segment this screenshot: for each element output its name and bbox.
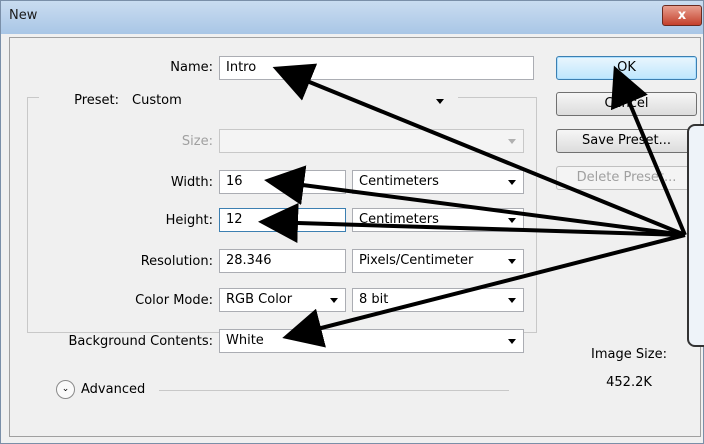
background-contents-select[interactable]: White (219, 329, 524, 353)
name-value: Intro (226, 60, 257, 75)
cancel-button[interactable]: Cancel (556, 92, 697, 116)
chevron-down-icon (436, 99, 444, 104)
height-unit: Centimeters (359, 212, 439, 227)
chevron-down-icon (508, 259, 516, 264)
new-document-dialog: New x Name: Intro Preset: Custom Size: W… (0, 0, 704, 444)
save-preset-button[interactable]: Save Preset... (556, 129, 697, 153)
preset-label: Preset: (51, 93, 119, 108)
color-mode-label: Color Mode: (135, 293, 213, 308)
chevron-down-icon (508, 298, 516, 303)
width-unit-select[interactable]: Centimeters (352, 170, 524, 194)
close-button[interactable]: x (662, 5, 702, 26)
group-line-left (27, 97, 39, 98)
width-field[interactable]: 16 (219, 170, 346, 194)
height-label: Height: (165, 213, 213, 228)
image-size-label: Image Size: (591, 347, 667, 362)
chevron-down-icon (508, 139, 516, 144)
width-label: Width: (170, 175, 213, 190)
close-icon: x (677, 8, 687, 23)
resolution-value: 28.346 (226, 253, 272, 268)
width-unit: Centimeters (359, 174, 439, 189)
advanced-toggle-label[interactable]: Advanced (81, 382, 145, 397)
height-field[interactable]: 12 (219, 208, 346, 232)
size-label: Size: (181, 134, 213, 149)
background-contents-value: White (226, 333, 264, 348)
delete-preset-button: Delete Preset... (556, 166, 697, 190)
window-title: New (9, 8, 38, 23)
preset-value: Custom (132, 93, 182, 108)
color-mode-select[interactable]: RGB Color (219, 288, 346, 312)
image-size-value: 452.2K (606, 375, 652, 390)
name-label: Name: (170, 60, 213, 75)
bit-depth-value: 8 bit (359, 292, 389, 307)
group-line-right (458, 97, 537, 98)
title-bar[interactable]: New x (1, 1, 703, 34)
resolution-field[interactable]: 28.346 (219, 249, 346, 273)
chevron-down-icon (330, 298, 338, 303)
resolution-label: Resolution: (140, 254, 213, 269)
resolution-unit: Pixels/Centimeter (359, 253, 474, 268)
height-value: 12 (226, 212, 243, 227)
height-unit-select[interactable]: Centimeters (352, 208, 524, 232)
preset-select[interactable]: Custom (125, 89, 452, 113)
size-select (219, 129, 524, 153)
advanced-divider (159, 390, 509, 391)
background-contents-label: Background Contents: (68, 334, 213, 349)
color-mode-value: RGB Color (226, 292, 293, 307)
name-field[interactable]: Intro (219, 56, 534, 80)
chevron-expand-icon[interactable]: ⌄ (56, 380, 75, 399)
chevron-down-icon (508, 218, 516, 223)
bit-depth-select[interactable]: 8 bit (352, 288, 524, 312)
resolution-unit-select[interactable]: Pixels/Centimeter (352, 249, 524, 273)
annotation-callout (687, 124, 704, 347)
chevron-down-icon (508, 339, 516, 344)
chevron-down-icon (508, 180, 516, 185)
ok-button[interactable]: OK (556, 56, 697, 80)
width-value: 16 (226, 174, 243, 189)
